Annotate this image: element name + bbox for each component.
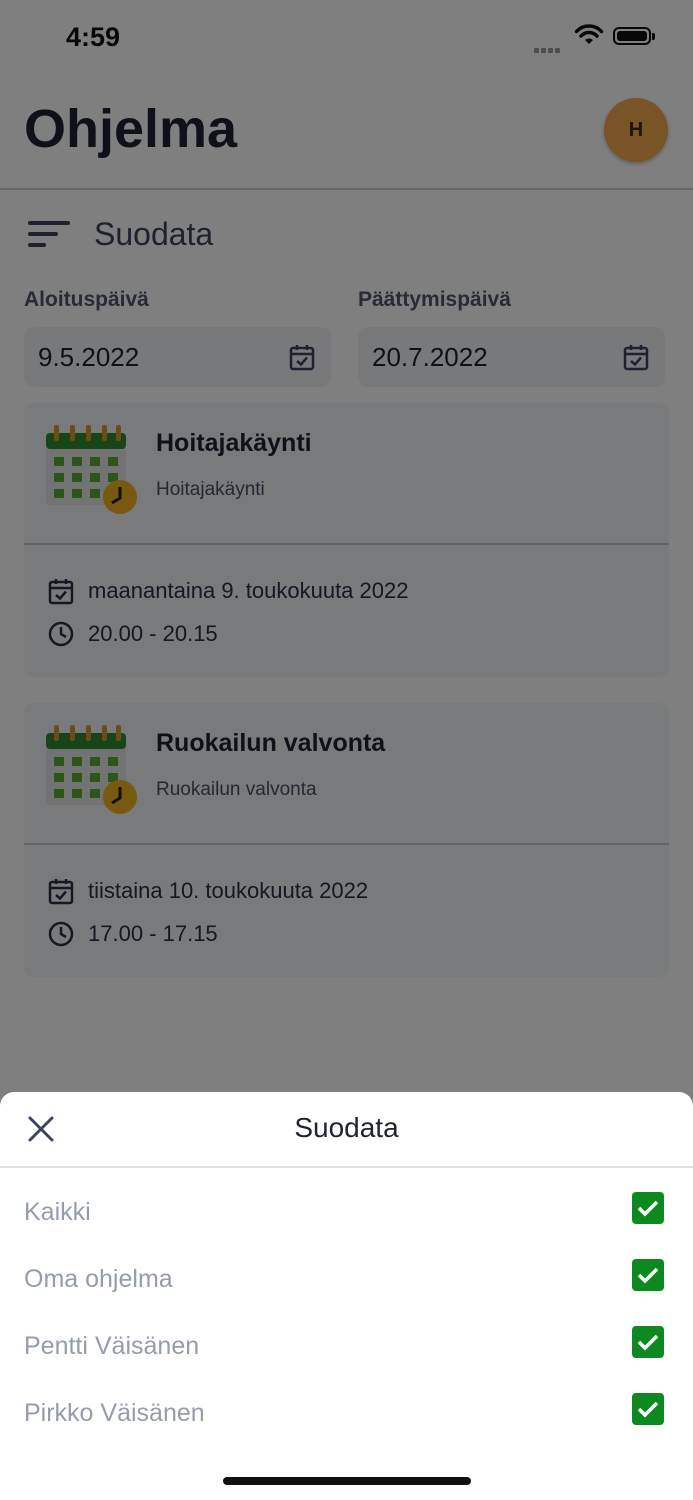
checkbox[interactable] (632, 1326, 664, 1358)
home-indicator (223, 1477, 471, 1485)
filter-option-kaikki[interactable]: Kaikki (0, 1184, 693, 1244)
filter-option-pentti[interactable]: Pentti Väisänen (0, 1318, 693, 1378)
checkmark-icon (637, 1200, 659, 1217)
checkbox[interactable] (632, 1393, 664, 1425)
filter-sheet: Suodata Kaikki Oma ohjelma Pentti Väisän… (0, 1092, 693, 1500)
filter-option-label: Kaikki (24, 1198, 91, 1226)
checkbox[interactable] (632, 1259, 664, 1291)
sheet-header: Suodata (0, 1092, 693, 1168)
filter-option-label: Pirkko Väisänen (24, 1399, 205, 1427)
checkbox[interactable] (632, 1192, 664, 1224)
filter-option-pirkko[interactable]: Pirkko Väisänen (0, 1385, 693, 1445)
filter-option-label: Oma ohjelma (24, 1265, 173, 1293)
checkmark-icon (637, 1267, 659, 1284)
filter-option-label: Pentti Väisänen (24, 1332, 200, 1360)
sheet-title: Suodata (294, 1112, 399, 1143)
filter-option-oma-ohjelma[interactable]: Oma ohjelma (0, 1251, 693, 1311)
checkmark-icon (637, 1334, 659, 1351)
checkmark-icon (637, 1401, 659, 1418)
